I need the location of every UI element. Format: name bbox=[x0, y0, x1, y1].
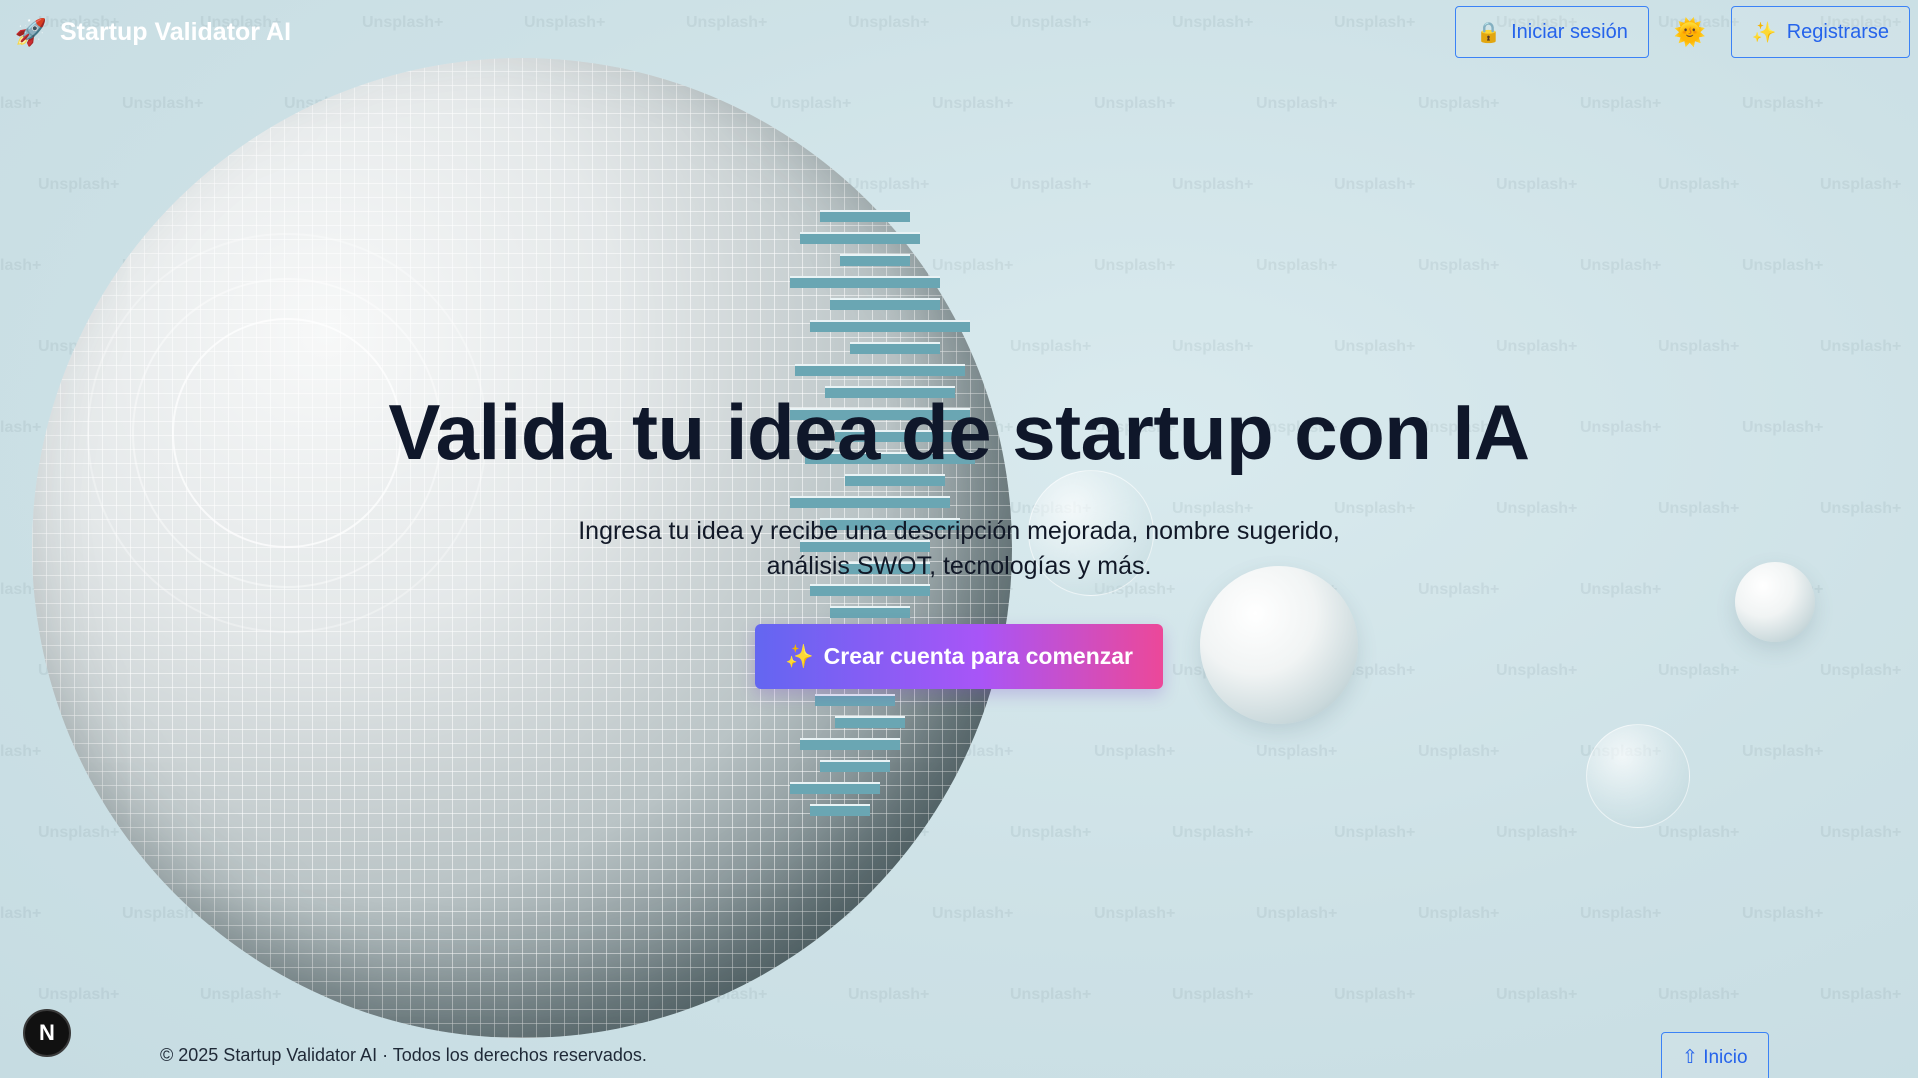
watermark-text: Unsplash+ bbox=[932, 95, 1014, 112]
watermark-text: Unsplash+ bbox=[770, 95, 852, 112]
watermark-text: Unsplash+ bbox=[1334, 824, 1416, 841]
glitch-stripe bbox=[815, 694, 895, 706]
brand-title: Startup Validator AI bbox=[60, 17, 292, 46]
login-label: Iniciar sesión bbox=[1511, 20, 1628, 43]
watermark-text: Unsplash+ bbox=[1742, 95, 1824, 112]
watermark-text: Unsplash+ bbox=[1658, 338, 1740, 355]
watermark-text: Unsplash+ bbox=[0, 743, 42, 760]
watermark-text: Unsplash+ bbox=[1496, 338, 1578, 355]
watermark-text: Unsplash+ bbox=[1172, 338, 1254, 355]
watermark-text: Unsplash+ bbox=[848, 986, 930, 1003]
watermark-text: Unsplash+ bbox=[1496, 986, 1578, 1003]
sparkles-icon: ✨ bbox=[785, 642, 814, 669]
hero-title: Valida tu idea de startup con IA bbox=[388, 388, 1530, 476]
watermark-text: Unsplash+ bbox=[1742, 743, 1824, 760]
watermark-text: Unsplash+ bbox=[1418, 257, 1500, 274]
watermark-text: Unsplash+ bbox=[1820, 986, 1902, 1003]
theme-toggle-sun-icon[interactable]: 🌞 bbox=[1673, 15, 1707, 49]
sparkles-icon: ✨ bbox=[1751, 21, 1777, 44]
brand[interactable]: 🚀 Startup Validator AI bbox=[14, 17, 291, 48]
watermark-text: Unsplash+ bbox=[1580, 257, 1662, 274]
watermark-text: Unsplash+ bbox=[1256, 95, 1338, 112]
top-navbar: 🚀 Startup Validator AI 🔒 Iniciar sesión … bbox=[0, 0, 1918, 64]
watermark-text: Unsplash+ bbox=[1496, 824, 1578, 841]
watermark-text: Unsplash+ bbox=[1172, 824, 1254, 841]
watermark-text: Unsplash+ bbox=[932, 905, 1014, 922]
watermark-text: Unsplash+ bbox=[1010, 176, 1092, 193]
glitch-stripe bbox=[850, 342, 940, 354]
watermark-text: Unsplash+ bbox=[1172, 986, 1254, 1003]
login-button[interactable]: 🔒 Iniciar sesión bbox=[1455, 6, 1649, 58]
watermark-text: Unsplash+ bbox=[1334, 338, 1416, 355]
watermark-text: Unsplash+ bbox=[1658, 986, 1740, 1003]
watermark-text: Unsplash+ bbox=[1334, 986, 1416, 1003]
rocket-icon: 🚀 bbox=[14, 16, 48, 47]
watermark-text: Unsplash+ bbox=[1580, 905, 1662, 922]
watermark-text: Unsplash+ bbox=[1742, 905, 1824, 922]
glitch-stripe bbox=[820, 760, 890, 772]
watermark-text: Unsplash+ bbox=[1094, 257, 1176, 274]
lock-icon: 🔒 bbox=[1476, 21, 1502, 44]
watermark-text: Unsplash+ bbox=[1658, 824, 1740, 841]
watermark-text: Unsplash+ bbox=[1094, 95, 1176, 112]
watermark-text: Unsplash+ bbox=[1256, 905, 1338, 922]
register-label: Registrarse bbox=[1786, 20, 1889, 43]
watermark-text: Unsplash+ bbox=[38, 176, 120, 193]
hero-subtitle: Ingresa tu idea y recibe una descripción… bbox=[578, 516, 1340, 580]
watermark-text: Unsplash+ bbox=[0, 905, 42, 922]
watermark-text: Unsplash+ bbox=[1172, 176, 1254, 193]
watermark-text: Unsplash+ bbox=[1820, 338, 1902, 355]
glitch-stripe bbox=[835, 716, 905, 728]
glitch-stripe bbox=[795, 364, 965, 376]
watermark-text: Unsplash+ bbox=[200, 986, 282, 1003]
watermark-text: Unsplash+ bbox=[0, 257, 42, 274]
nav-actions: 🔒 Iniciar sesión 🌞 ✨ Registrarse bbox=[1455, 6, 1910, 58]
glitch-stripe bbox=[820, 210, 910, 222]
watermark-text: Unsplash+ bbox=[1418, 905, 1500, 922]
back-to-top-button[interactable]: ⇧ Inicio bbox=[1661, 1032, 1769, 1078]
create-account-button[interactable]: ✨ Crear cuenta para comenzar bbox=[755, 623, 1163, 689]
watermark-text: Unsplash+ bbox=[848, 176, 930, 193]
glitch-stripe bbox=[810, 320, 970, 332]
watermark-text: Unsplash+ bbox=[1010, 986, 1092, 1003]
glitch-stripe bbox=[810, 804, 870, 816]
watermark-text: Unsplash+ bbox=[1820, 176, 1902, 193]
watermark-text: Unsplash+ bbox=[1094, 905, 1176, 922]
cta-label: Crear cuenta para comenzar bbox=[823, 642, 1133, 669]
glitch-stripe bbox=[790, 276, 940, 288]
glitch-stripe bbox=[830, 298, 940, 310]
watermark-text: Unsplash+ bbox=[1256, 743, 1338, 760]
nextjs-dev-badge-icon[interactable]: N bbox=[23, 1009, 71, 1057]
glitch-stripe bbox=[800, 232, 920, 244]
watermark-text: Unsplash+ bbox=[1580, 95, 1662, 112]
watermark-text: Unsplash+ bbox=[0, 95, 42, 112]
glitch-stripe bbox=[790, 782, 880, 794]
watermark-text: Unsplash+ bbox=[1256, 257, 1338, 274]
watermark-text: Unsplash+ bbox=[1334, 176, 1416, 193]
hero-section: Valida tu idea de startup con IA Ingresa… bbox=[0, 388, 1918, 689]
glitch-stripe bbox=[840, 254, 910, 266]
watermark-text: Unsplash+ bbox=[1820, 824, 1902, 841]
watermark-text: Unsplash+ bbox=[1658, 176, 1740, 193]
watermark-text: Unsplash+ bbox=[1010, 338, 1092, 355]
watermark-text: Unsplash+ bbox=[1496, 176, 1578, 193]
watermark-text: Unsplash+ bbox=[122, 95, 204, 112]
watermark-text: Unsplash+ bbox=[1418, 95, 1500, 112]
watermark-text: Unsplash+ bbox=[1010, 824, 1092, 841]
watermark-text: Unsplash+ bbox=[1418, 743, 1500, 760]
glitch-stripe bbox=[800, 738, 900, 750]
glass-bubble bbox=[1586, 724, 1690, 828]
watermark-text: Unsplash+ bbox=[1742, 257, 1824, 274]
watermark-text: Unsplash+ bbox=[1094, 743, 1176, 760]
footer-copyright: © 2025 Startup Validator AI · Todos los … bbox=[160, 1045, 647, 1065]
watermark-text: Unsplash+ bbox=[38, 986, 120, 1003]
watermark-text: Unsplash+ bbox=[38, 824, 120, 841]
register-button[interactable]: ✨ Registrarse bbox=[1730, 6, 1910, 58]
